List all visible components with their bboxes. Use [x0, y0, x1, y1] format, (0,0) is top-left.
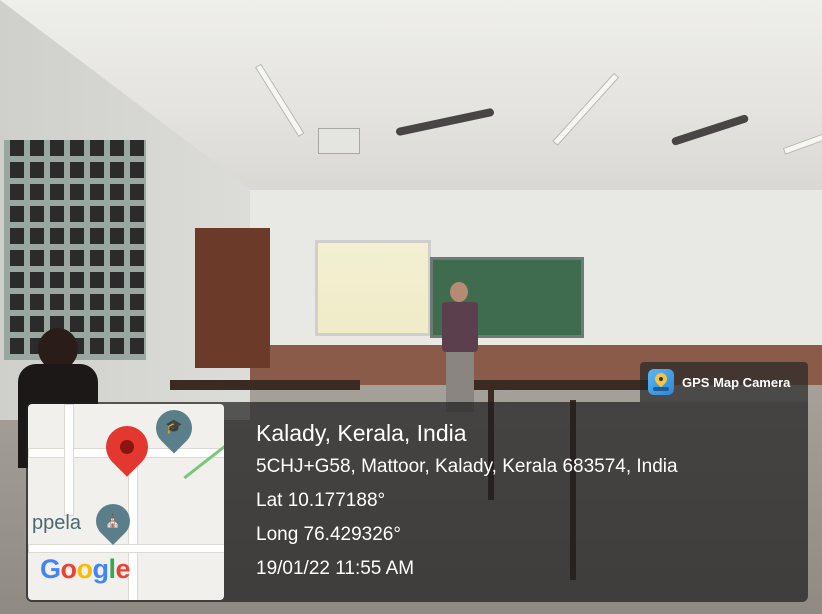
- datetime-line: 19/01/22 11:55 AM: [256, 558, 415, 579]
- google-logo-letter: g: [92, 554, 110, 584]
- google-logo-letter: l: [108, 554, 117, 584]
- google-logo: Google: [40, 554, 131, 585]
- brand-base: [653, 387, 669, 391]
- teacher-head: [450, 282, 468, 302]
- map-road: [28, 544, 224, 553]
- window-grill: [4, 140, 146, 360]
- address-line: 5CHJ+G58, Mattoor, Kalady, Kerala 683574…: [256, 456, 678, 477]
- google-logo-letter: G: [40, 554, 61, 584]
- gps-map-camera-icon: [648, 369, 674, 395]
- brand-pin-dot: [659, 377, 663, 381]
- map-thumbnail: 🎓 ⛪ ppela Google: [28, 404, 224, 600]
- ceiling-projector: [318, 128, 360, 154]
- map-road: [64, 404, 74, 516]
- gps-map-camera-tag: GPS Map Camera: [640, 362, 808, 402]
- desk: [170, 380, 360, 390]
- projector-screen: [315, 240, 431, 336]
- standing-teacher: [438, 282, 482, 412]
- geotag-text: Kalady, Kerala, India 5CHJ+G58, Mattoor,…: [256, 416, 804, 586]
- school-icon: 🎓: [165, 418, 183, 434]
- google-logo-letter: e: [115, 554, 131, 584]
- temple-icon: ⛪: [104, 513, 122, 528]
- latitude-line: Lat 10.177188°: [256, 490, 386, 511]
- map-green-path: [183, 439, 224, 480]
- teacher-torso: [442, 302, 478, 352]
- geotag-info-panel: 🎓 ⛪ ppela Google Kalady, Kerala, India 5…: [26, 402, 808, 602]
- wooden-door: [195, 228, 270, 368]
- map-place-label: ppela: [32, 512, 81, 534]
- brand-label: GPS Map Camera: [682, 374, 791, 390]
- longitude-line: Long 76.429326°: [256, 524, 401, 545]
- location-pin-dot: [120, 440, 134, 454]
- google-logo-letter: o: [60, 554, 78, 584]
- location-title: Kalady, Kerala, India: [256, 420, 467, 446]
- google-logo-letter: o: [76, 554, 94, 584]
